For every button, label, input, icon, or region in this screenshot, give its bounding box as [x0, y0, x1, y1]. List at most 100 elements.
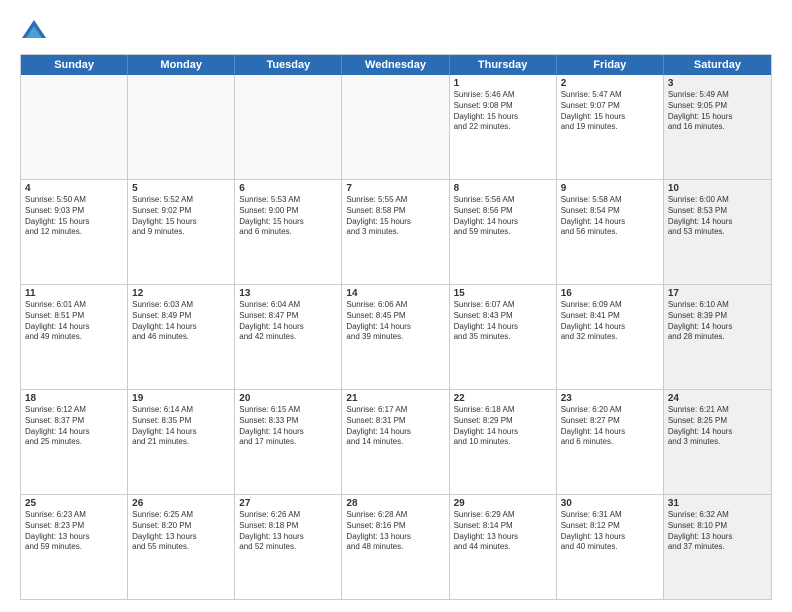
calendar-cell-14: 14Sunrise: 6:06 AM Sunset: 8:45 PM Dayli…	[342, 285, 449, 389]
day-number: 5	[132, 183, 230, 194]
header-day-sunday: Sunday	[21, 55, 128, 75]
calendar-cell-25: 25Sunrise: 6:23 AM Sunset: 8:23 PM Dayli…	[21, 495, 128, 599]
header-day-tuesday: Tuesday	[235, 55, 342, 75]
cell-info: Sunrise: 6:04 AM Sunset: 8:47 PM Dayligh…	[239, 300, 337, 343]
day-number: 25	[25, 498, 123, 509]
cell-info: Sunrise: 6:15 AM Sunset: 8:33 PM Dayligh…	[239, 405, 337, 448]
logo-icon	[20, 16, 48, 44]
calendar-cell-13: 13Sunrise: 6:04 AM Sunset: 8:47 PM Dayli…	[235, 285, 342, 389]
day-number: 17	[668, 288, 767, 299]
day-number: 12	[132, 288, 230, 299]
day-number: 3	[668, 78, 767, 89]
calendar-row-1: 4Sunrise: 5:50 AM Sunset: 9:03 PM Daylig…	[21, 180, 771, 285]
day-number: 27	[239, 498, 337, 509]
calendar-cell-empty-0-3	[342, 75, 449, 179]
calendar-cell-empty-0-1	[128, 75, 235, 179]
calendar-cell-26: 26Sunrise: 6:25 AM Sunset: 8:20 PM Dayli…	[128, 495, 235, 599]
calendar-cell-17: 17Sunrise: 6:10 AM Sunset: 8:39 PM Dayli…	[664, 285, 771, 389]
cell-info: Sunrise: 6:17 AM Sunset: 8:31 PM Dayligh…	[346, 405, 444, 448]
header-day-friday: Friday	[557, 55, 664, 75]
cell-info: Sunrise: 6:28 AM Sunset: 8:16 PM Dayligh…	[346, 510, 444, 553]
calendar-row-4: 25Sunrise: 6:23 AM Sunset: 8:23 PM Dayli…	[21, 495, 771, 599]
calendar-cell-3: 3Sunrise: 5:49 AM Sunset: 9:05 PM Daylig…	[664, 75, 771, 179]
header-day-thursday: Thursday	[450, 55, 557, 75]
cell-info: Sunrise: 6:14 AM Sunset: 8:35 PM Dayligh…	[132, 405, 230, 448]
day-number: 28	[346, 498, 444, 509]
calendar-header: SundayMondayTuesdayWednesdayThursdayFrid…	[21, 55, 771, 75]
day-number: 24	[668, 393, 767, 404]
cell-info: Sunrise: 6:03 AM Sunset: 8:49 PM Dayligh…	[132, 300, 230, 343]
day-number: 4	[25, 183, 123, 194]
cell-info: Sunrise: 6:32 AM Sunset: 8:10 PM Dayligh…	[668, 510, 767, 553]
logo	[20, 16, 52, 44]
calendar-cell-29: 29Sunrise: 6:29 AM Sunset: 8:14 PM Dayli…	[450, 495, 557, 599]
day-number: 2	[561, 78, 659, 89]
day-number: 1	[454, 78, 552, 89]
day-number: 16	[561, 288, 659, 299]
calendar-cell-31: 31Sunrise: 6:32 AM Sunset: 8:10 PM Dayli…	[664, 495, 771, 599]
day-number: 14	[346, 288, 444, 299]
calendar-cell-5: 5Sunrise: 5:52 AM Sunset: 9:02 PM Daylig…	[128, 180, 235, 284]
day-number: 21	[346, 393, 444, 404]
calendar-cell-27: 27Sunrise: 6:26 AM Sunset: 8:18 PM Dayli…	[235, 495, 342, 599]
cell-info: Sunrise: 6:09 AM Sunset: 8:41 PM Dayligh…	[561, 300, 659, 343]
header	[20, 16, 772, 44]
cell-info: Sunrise: 5:47 AM Sunset: 9:07 PM Dayligh…	[561, 90, 659, 133]
cell-info: Sunrise: 6:18 AM Sunset: 8:29 PM Dayligh…	[454, 405, 552, 448]
cell-info: Sunrise: 6:06 AM Sunset: 8:45 PM Dayligh…	[346, 300, 444, 343]
day-number: 18	[25, 393, 123, 404]
calendar-cell-23: 23Sunrise: 6:20 AM Sunset: 8:27 PM Dayli…	[557, 390, 664, 494]
calendar-cell-8: 8Sunrise: 5:56 AM Sunset: 8:56 PM Daylig…	[450, 180, 557, 284]
calendar-cell-12: 12Sunrise: 6:03 AM Sunset: 8:49 PM Dayli…	[128, 285, 235, 389]
cell-info: Sunrise: 6:21 AM Sunset: 8:25 PM Dayligh…	[668, 405, 767, 448]
cell-info: Sunrise: 6:12 AM Sunset: 8:37 PM Dayligh…	[25, 405, 123, 448]
cell-info: Sunrise: 5:52 AM Sunset: 9:02 PM Dayligh…	[132, 195, 230, 238]
page: SundayMondayTuesdayWednesdayThursdayFrid…	[0, 0, 792, 612]
cell-info: Sunrise: 6:25 AM Sunset: 8:20 PM Dayligh…	[132, 510, 230, 553]
header-day-wednesday: Wednesday	[342, 55, 449, 75]
cell-info: Sunrise: 6:07 AM Sunset: 8:43 PM Dayligh…	[454, 300, 552, 343]
calendar-cell-24: 24Sunrise: 6:21 AM Sunset: 8:25 PM Dayli…	[664, 390, 771, 494]
cell-info: Sunrise: 5:50 AM Sunset: 9:03 PM Dayligh…	[25, 195, 123, 238]
calendar-body: 1Sunrise: 5:46 AM Sunset: 9:08 PM Daylig…	[21, 75, 771, 599]
cell-info: Sunrise: 5:58 AM Sunset: 8:54 PM Dayligh…	[561, 195, 659, 238]
day-number: 26	[132, 498, 230, 509]
calendar-cell-2: 2Sunrise: 5:47 AM Sunset: 9:07 PM Daylig…	[557, 75, 664, 179]
calendar: SundayMondayTuesdayWednesdayThursdayFrid…	[20, 54, 772, 600]
cell-info: Sunrise: 6:29 AM Sunset: 8:14 PM Dayligh…	[454, 510, 552, 553]
cell-info: Sunrise: 6:00 AM Sunset: 8:53 PM Dayligh…	[668, 195, 767, 238]
calendar-cell-18: 18Sunrise: 6:12 AM Sunset: 8:37 PM Dayli…	[21, 390, 128, 494]
calendar-cell-11: 11Sunrise: 6:01 AM Sunset: 8:51 PM Dayli…	[21, 285, 128, 389]
calendar-cell-28: 28Sunrise: 6:28 AM Sunset: 8:16 PM Dayli…	[342, 495, 449, 599]
day-number: 13	[239, 288, 337, 299]
day-number: 7	[346, 183, 444, 194]
header-day-saturday: Saturday	[664, 55, 771, 75]
calendar-row-3: 18Sunrise: 6:12 AM Sunset: 8:37 PM Dayli…	[21, 390, 771, 495]
calendar-cell-19: 19Sunrise: 6:14 AM Sunset: 8:35 PM Dayli…	[128, 390, 235, 494]
calendar-cell-empty-0-0	[21, 75, 128, 179]
day-number: 10	[668, 183, 767, 194]
calendar-row-0: 1Sunrise: 5:46 AM Sunset: 9:08 PM Daylig…	[21, 75, 771, 180]
day-number: 31	[668, 498, 767, 509]
cell-info: Sunrise: 6:20 AM Sunset: 8:27 PM Dayligh…	[561, 405, 659, 448]
day-number: 29	[454, 498, 552, 509]
calendar-row-2: 11Sunrise: 6:01 AM Sunset: 8:51 PM Dayli…	[21, 285, 771, 390]
header-day-monday: Monday	[128, 55, 235, 75]
cell-info: Sunrise: 5:46 AM Sunset: 9:08 PM Dayligh…	[454, 90, 552, 133]
calendar-cell-16: 16Sunrise: 6:09 AM Sunset: 8:41 PM Dayli…	[557, 285, 664, 389]
cell-info: Sunrise: 6:23 AM Sunset: 8:23 PM Dayligh…	[25, 510, 123, 553]
calendar-cell-6: 6Sunrise: 5:53 AM Sunset: 9:00 PM Daylig…	[235, 180, 342, 284]
calendar-cell-30: 30Sunrise: 6:31 AM Sunset: 8:12 PM Dayli…	[557, 495, 664, 599]
cell-info: Sunrise: 6:31 AM Sunset: 8:12 PM Dayligh…	[561, 510, 659, 553]
day-number: 15	[454, 288, 552, 299]
cell-info: Sunrise: 6:26 AM Sunset: 8:18 PM Dayligh…	[239, 510, 337, 553]
day-number: 11	[25, 288, 123, 299]
day-number: 23	[561, 393, 659, 404]
calendar-cell-15: 15Sunrise: 6:07 AM Sunset: 8:43 PM Dayli…	[450, 285, 557, 389]
calendar-cell-10: 10Sunrise: 6:00 AM Sunset: 8:53 PM Dayli…	[664, 180, 771, 284]
calendar-cell-1: 1Sunrise: 5:46 AM Sunset: 9:08 PM Daylig…	[450, 75, 557, 179]
day-number: 9	[561, 183, 659, 194]
day-number: 6	[239, 183, 337, 194]
cell-info: Sunrise: 5:56 AM Sunset: 8:56 PM Dayligh…	[454, 195, 552, 238]
day-number: 8	[454, 183, 552, 194]
